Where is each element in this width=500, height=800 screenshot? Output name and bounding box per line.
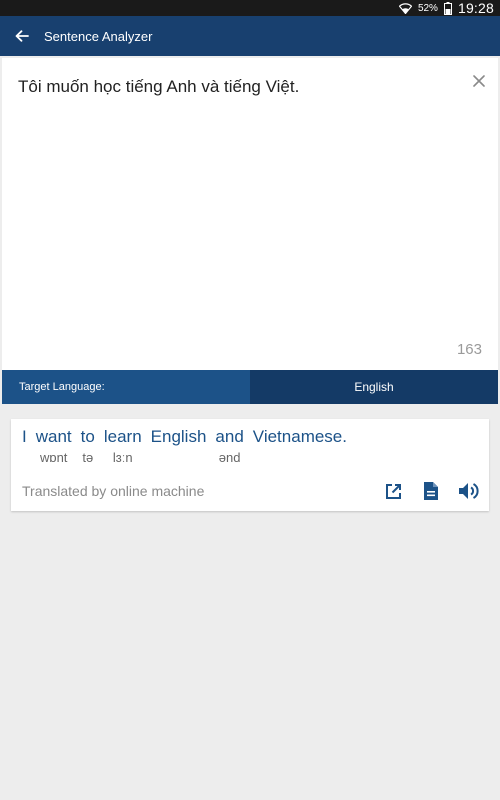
translation-credit: Translated by online machine: [22, 483, 205, 499]
word-text: I: [22, 427, 27, 446]
result-actions: [381, 479, 481, 503]
clock: 19:28: [457, 0, 494, 16]
word-text: learn: [103, 427, 142, 446]
battery-percentage: 52%: [417, 2, 438, 14]
page-title: Sentence Analyzer: [44, 28, 153, 44]
app-bar: Sentence Analyzer: [0, 16, 500, 56]
wifi-icon: [398, 2, 412, 14]
translated-word[interactable]: I: [22, 427, 27, 466]
status-bar: 52% 19:28: [0, 0, 500, 16]
arrow-back-icon: [15, 30, 29, 42]
word-phonetic: tə: [82, 450, 94, 465]
word-text: want: [35, 427, 72, 446]
battery-icon: [443, 1, 452, 15]
translated-word[interactable]: Vietnamese.: [253, 427, 347, 466]
word-phonetic: lɜːn: [112, 450, 133, 465]
speak-button[interactable]: [457, 479, 481, 503]
word-text: English: [150, 427, 207, 446]
target-language-label: Target Language:: [2, 370, 250, 404]
translation-result-card: Iwant wɒnt to tə learn lɜːn English and ənd Vietn…: [11, 419, 489, 511]
translated-word[interactable]: and ənd: [215, 427, 243, 466]
word-text: Vietnamese.: [252, 427, 347, 446]
word-phonetic: wɒnt: [39, 450, 68, 465]
document-button[interactable]: [419, 479, 443, 503]
document-icon: [424, 482, 438, 500]
translated-word[interactable]: to tə: [81, 427, 95, 466]
word-phonetic: ənd: [218, 450, 241, 465]
source-text-input[interactable]: Tôi muốn học tiếng Anh và tiếng Việt.: [18, 77, 458, 97]
translated-words: Iwant wɒnt to tə learn lɜːn English and ənd Vietn…: [22, 427, 347, 466]
speaker-icon: [459, 483, 479, 499]
close-icon: [473, 75, 485, 87]
clear-button[interactable]: [468, 70, 490, 92]
character-count: 163: [456, 341, 482, 358]
open-external-icon: [385, 483, 401, 499]
input-card[interactable]: Tôi muốn học tiếng Anh và tiếng Việt. 16…: [2, 58, 498, 370]
target-language-bar: Target Language: English: [2, 370, 498, 404]
word-text: to: [80, 427, 95, 446]
open-external-button[interactable]: [381, 479, 405, 503]
word-text: and: [215, 427, 244, 446]
back-button[interactable]: [0, 16, 44, 56]
target-language-select[interactable]: English: [250, 370, 498, 404]
translated-word[interactable]: learn lɜːn: [104, 427, 142, 466]
translated-word[interactable]: want wɒnt: [36, 427, 72, 466]
translated-word[interactable]: English: [151, 427, 207, 466]
